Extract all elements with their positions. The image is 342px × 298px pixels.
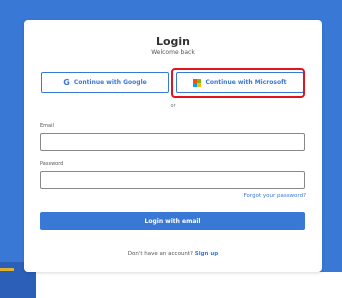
login-button-label: Login with email xyxy=(144,217,201,225)
forgot-password-link[interactable]: Forgot your password? xyxy=(244,193,306,199)
google-button-label: Continue with Google xyxy=(73,79,147,86)
email-label: Email xyxy=(40,123,54,129)
page-title: Login xyxy=(155,35,191,48)
page-subtitle: Welcome back xyxy=(151,49,195,56)
continue-with-google-button[interactable]: G Continue with Google xyxy=(41,72,169,93)
microsoft-button-highlight xyxy=(171,68,305,98)
page-bottom-strip xyxy=(0,272,342,298)
background-decoration-accent xyxy=(0,268,14,271)
password-field[interactable] xyxy=(40,171,305,189)
signup-link[interactable]: Sign up xyxy=(195,251,218,257)
google-icon: G xyxy=(63,77,70,87)
signup-prompt-text: Don't have an account? xyxy=(127,251,193,257)
signup-prompt: Don't have an account? Sign up xyxy=(24,251,322,257)
email-field[interactable] xyxy=(40,133,305,151)
login-with-email-button[interactable]: Login with email xyxy=(40,212,305,230)
login-card: Login Welcome back G Continue with Googl… xyxy=(24,20,322,272)
password-label: Password xyxy=(40,161,64,167)
or-divider: or xyxy=(170,103,176,109)
